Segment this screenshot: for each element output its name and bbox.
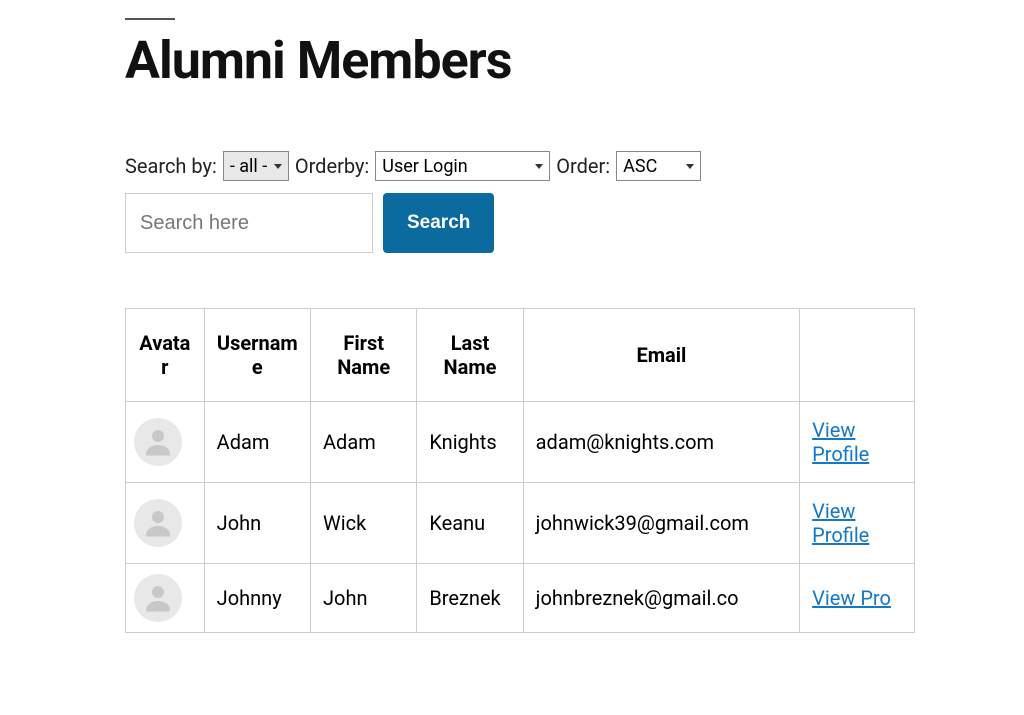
header-action: [800, 309, 915, 402]
cell-lastname: Keanu: [417, 483, 523, 564]
search-by-select[interactable]: - all -: [223, 151, 289, 181]
avatar-cell: [126, 483, 205, 564]
orderby-select[interactable]: User Login: [375, 151, 550, 181]
cell-lastname: Knights: [417, 402, 523, 483]
cell-firstname: John: [311, 564, 417, 633]
header-username: Username: [204, 309, 310, 402]
header-lastname: Last Name: [417, 309, 523, 402]
order-label: Order:: [556, 154, 610, 178]
cell-action: View Profile: [800, 402, 915, 483]
header-email: Email: [523, 309, 799, 402]
cell-action: View Pro: [800, 564, 915, 633]
avatar-icon: [134, 418, 182, 466]
view-profile-link[interactable]: View Profile: [812, 499, 869, 547]
orderby-label: Orderby:: [295, 154, 369, 178]
cell-username: Johnny: [204, 564, 310, 633]
avatar-icon: [134, 499, 182, 547]
table-row: JohnnyJohnBreznekjohnbreznek@gmail.co Vie…: [126, 564, 915, 633]
search-button[interactable]: Search: [383, 193, 494, 253]
avatar-cell: [126, 564, 205, 633]
avatar-cell: [126, 402, 205, 483]
table-header-row: Avatar Username First Name Last Name Ema…: [126, 309, 915, 402]
cell-firstname: Wick: [311, 483, 417, 564]
view-profile-link[interactable]: View Profile: [812, 418, 869, 466]
cell-username: Adam: [204, 402, 310, 483]
table-row: AdamAdamKnightsadam@knights.comView Prof…: [126, 402, 915, 483]
cell-firstname: Adam: [311, 402, 417, 483]
filter-bar: Search by: - all - Orderby: User Login O…: [125, 151, 1024, 181]
cell-action: View Profile: [800, 483, 915, 564]
cell-email: adam@knights.com: [523, 402, 799, 483]
view-profile-link[interactable]: View Pro: [812, 586, 891, 610]
title-separator: [125, 18, 175, 20]
avatar-icon: [134, 574, 182, 622]
cell-email: johnbreznek@gmail.co: [523, 564, 799, 633]
search-row: Search: [125, 193, 1024, 253]
members-table: Avatar Username First Name Last Name Ema…: [125, 308, 915, 633]
search-input[interactable]: [125, 193, 373, 253]
page-title: Alumni Members: [125, 30, 1024, 91]
cell-username: John: [204, 483, 310, 564]
table-row: JohnWickKeanujohnwick39@gmail.com View Pr…: [126, 483, 915, 564]
order-select[interactable]: ASC: [616, 151, 701, 181]
header-avatar: Avatar: [126, 309, 205, 402]
header-firstname: First Name: [311, 309, 417, 402]
cell-lastname: Breznek: [417, 564, 523, 633]
cell-email: johnwick39@gmail.com: [523, 483, 799, 564]
search-by-label: Search by:: [125, 154, 217, 178]
